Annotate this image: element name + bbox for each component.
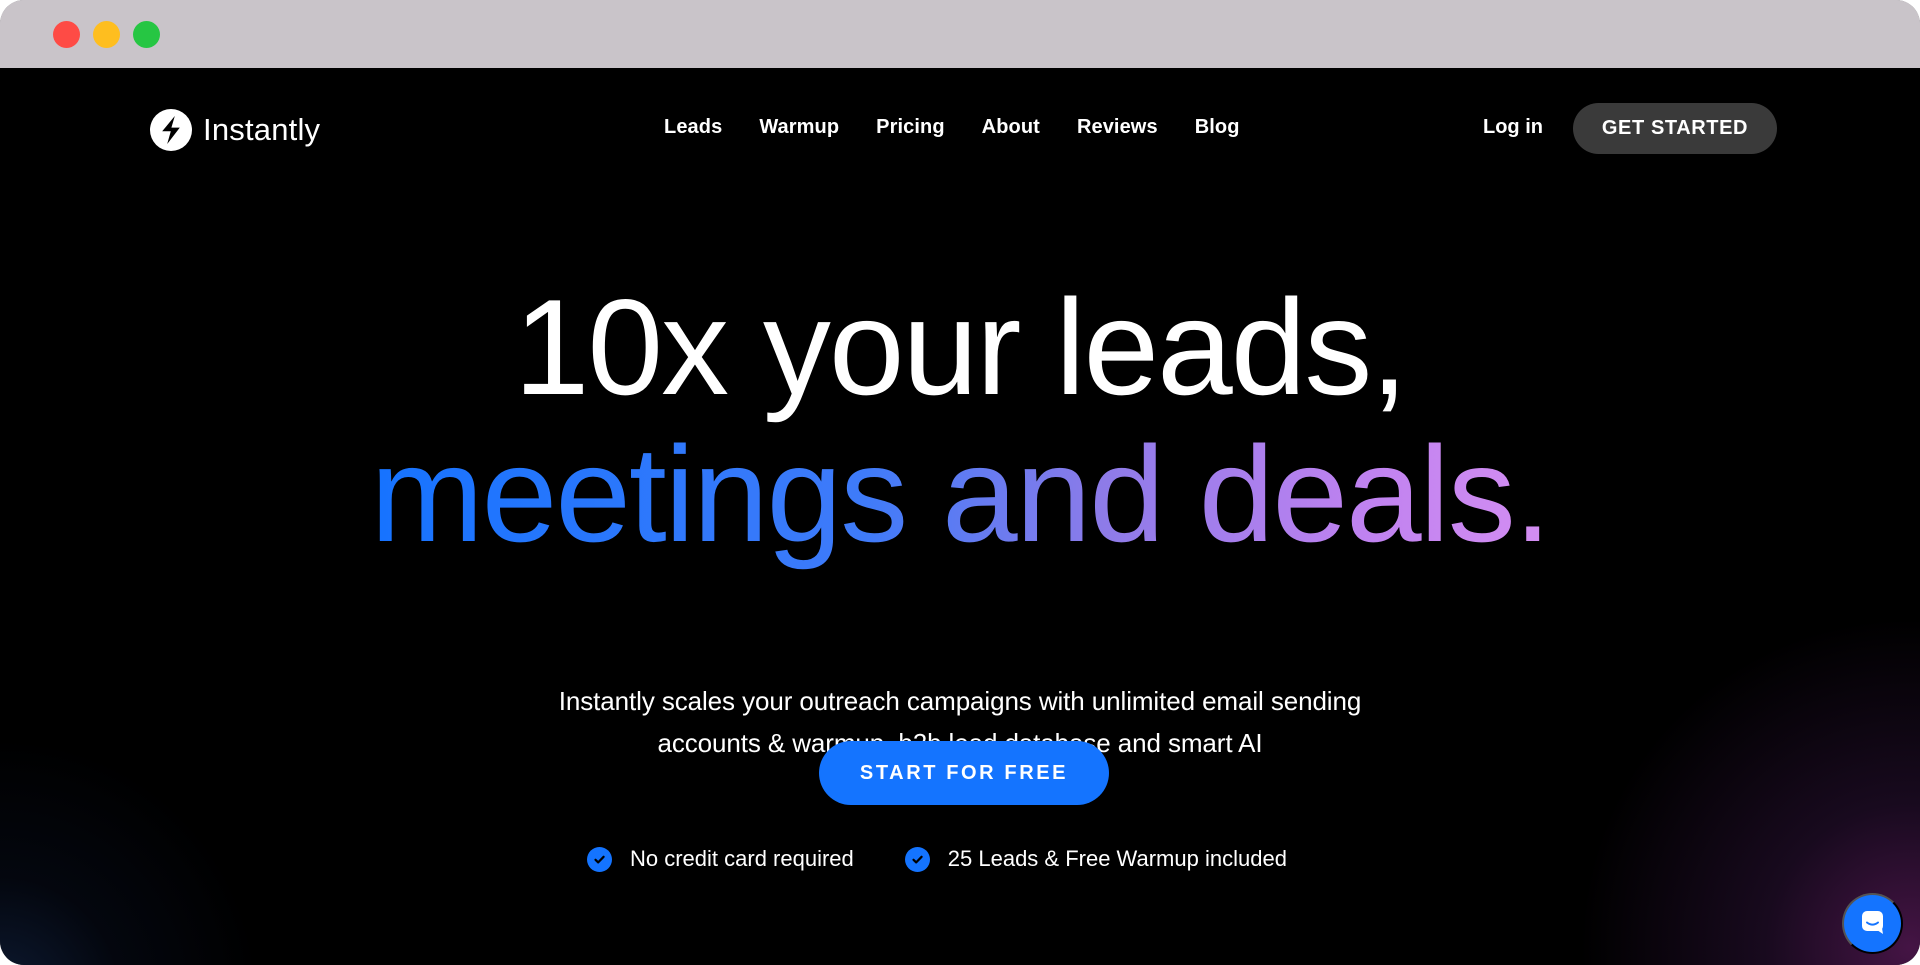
nav-link-reviews[interactable]: Reviews <box>1077 116 1158 139</box>
minimize-window-button[interactable] <box>93 21 120 48</box>
chat-bubble-icon <box>1858 908 1887 940</box>
brand-name: Instantly <box>203 111 321 147</box>
window-titlebar <box>0 0 1920 68</box>
landing-page: Instantly Leads Warmup Pricing About Rev… <box>0 68 1920 965</box>
browser-window: Instantly Leads Warmup Pricing About Rev… <box>0 0 1920 965</box>
check-circle-icon <box>904 846 930 872</box>
lightning-bolt-icon <box>150 108 192 151</box>
benefit-label: No credit card required <box>630 846 854 871</box>
close-window-button[interactable] <box>53 21 80 48</box>
benefit-free-leads-warmup: 25 Leads & Free Warmup included <box>904 846 1287 872</box>
nav-link-pricing[interactable]: Pricing <box>876 116 945 139</box>
chat-launcher-button[interactable] <box>1842 893 1903 954</box>
login-link[interactable]: Log in <box>1483 116 1543 139</box>
get-started-button[interactable]: GET STARTED <box>1573 103 1777 154</box>
hero-subtitle-line-1: Instantly scales your outreach campaigns… <box>558 686 1362 716</box>
nav-link-about[interactable]: About <box>982 116 1040 139</box>
hero-benefits: No credit card required 25 Leads & Free … <box>587 846 1347 872</box>
nav-link-warmup[interactable]: Warmup <box>759 116 839 139</box>
benefit-label: 25 Leads & Free Warmup included <box>947 846 1287 871</box>
hero-headline-line-2: meetings and deals. <box>0 426 1920 562</box>
nav-link-blog[interactable]: Blog <box>1195 116 1240 139</box>
zoom-window-button[interactable] <box>133 21 160 48</box>
check-circle-icon <box>587 846 612 872</box>
benefit-no-credit-card: No credit card required <box>587 846 854 872</box>
instantly-logo-link[interactable]: Instantly <box>150 108 320 151</box>
hero-headline-line-1: 10x your leads, <box>513 271 1408 423</box>
nav-link-leads[interactable]: Leads <box>664 116 722 139</box>
start-for-free-button[interactable]: START FOR FREE <box>819 741 1109 805</box>
hero-gradient-text: meetings and deals. <box>370 418 1551 570</box>
main-navigation: Leads Warmup Pricing About Reviews Blog <box>664 116 1240 139</box>
